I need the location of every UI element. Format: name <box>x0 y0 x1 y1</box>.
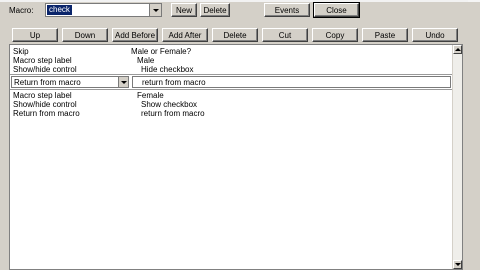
macro-label: Macro: <box>9 6 34 15</box>
down-button[interactable]: Down <box>62 28 108 42</box>
events-button[interactable]: Events <box>264 3 310 17</box>
step-action[interactable]: Macro step label <box>13 56 72 65</box>
scroll-down-button[interactable] <box>453 260 462 269</box>
macro-select[interactable]: check <box>45 3 162 17</box>
new-macro-button[interactable]: New <box>171 3 197 17</box>
window-edge <box>468 0 480 270</box>
row-divider <box>10 74 453 75</box>
macro-select-value: check <box>47 5 72 15</box>
step-value[interactable]: Male <box>137 56 154 65</box>
step-action[interactable]: Macro step label <box>13 91 72 100</box>
arrow-down-icon <box>454 263 461 266</box>
step-action[interactable]: Show/hide control <box>13 65 77 74</box>
add-after-button[interactable]: Add After <box>162 28 208 42</box>
vertical-scrollbar[interactable] <box>452 45 462 269</box>
step-action-dropdown[interactable]: Return from macro <box>11 76 129 88</box>
step-value[interactable]: Show checkbox <box>141 100 197 109</box>
step-value[interactable]: Female <box>137 91 164 100</box>
chevron-down-icon[interactable] <box>118 77 128 87</box>
step-value-field-text: return from macro <box>142 78 206 87</box>
scroll-up-button[interactable] <box>453 45 462 54</box>
step-value-field[interactable]: return from macro <box>132 76 451 88</box>
top-rule <box>0 0 468 2</box>
step-action-dropdown-value: Return from macro <box>14 78 81 87</box>
step-action[interactable]: Return from macro <box>13 109 80 118</box>
chevron-down-icon[interactable] <box>149 4 161 16</box>
row-divider <box>10 89 453 90</box>
step-action[interactable]: Show/hide control <box>13 100 77 109</box>
paste-button[interactable]: Paste <box>362 28 408 42</box>
copy-button[interactable]: Copy <box>312 28 358 42</box>
add-before-button[interactable]: Add Before <box>112 28 158 42</box>
delete-step-button[interactable]: Delete <box>212 28 258 42</box>
cut-button[interactable]: Cut <box>262 28 308 42</box>
arrow-up-icon <box>454 48 461 51</box>
delete-macro-button[interactable]: Delete <box>200 3 230 17</box>
step-value[interactable]: Hide checkbox <box>141 65 193 74</box>
macro-steps-list[interactable]: Skip Male or Female? Macro step label Ma… <box>9 44 463 270</box>
close-button[interactable]: Close <box>313 2 360 18</box>
step-value[interactable]: return from macro <box>141 109 205 118</box>
step-value[interactable]: Male or Female? <box>131 47 191 56</box>
undo-button[interactable]: Undo <box>412 28 458 42</box>
up-button[interactable]: Up <box>12 28 58 42</box>
macro-editor-window: Macro: check New Delete Events Close Up … <box>0 0 468 270</box>
step-action[interactable]: Skip <box>13 47 29 56</box>
